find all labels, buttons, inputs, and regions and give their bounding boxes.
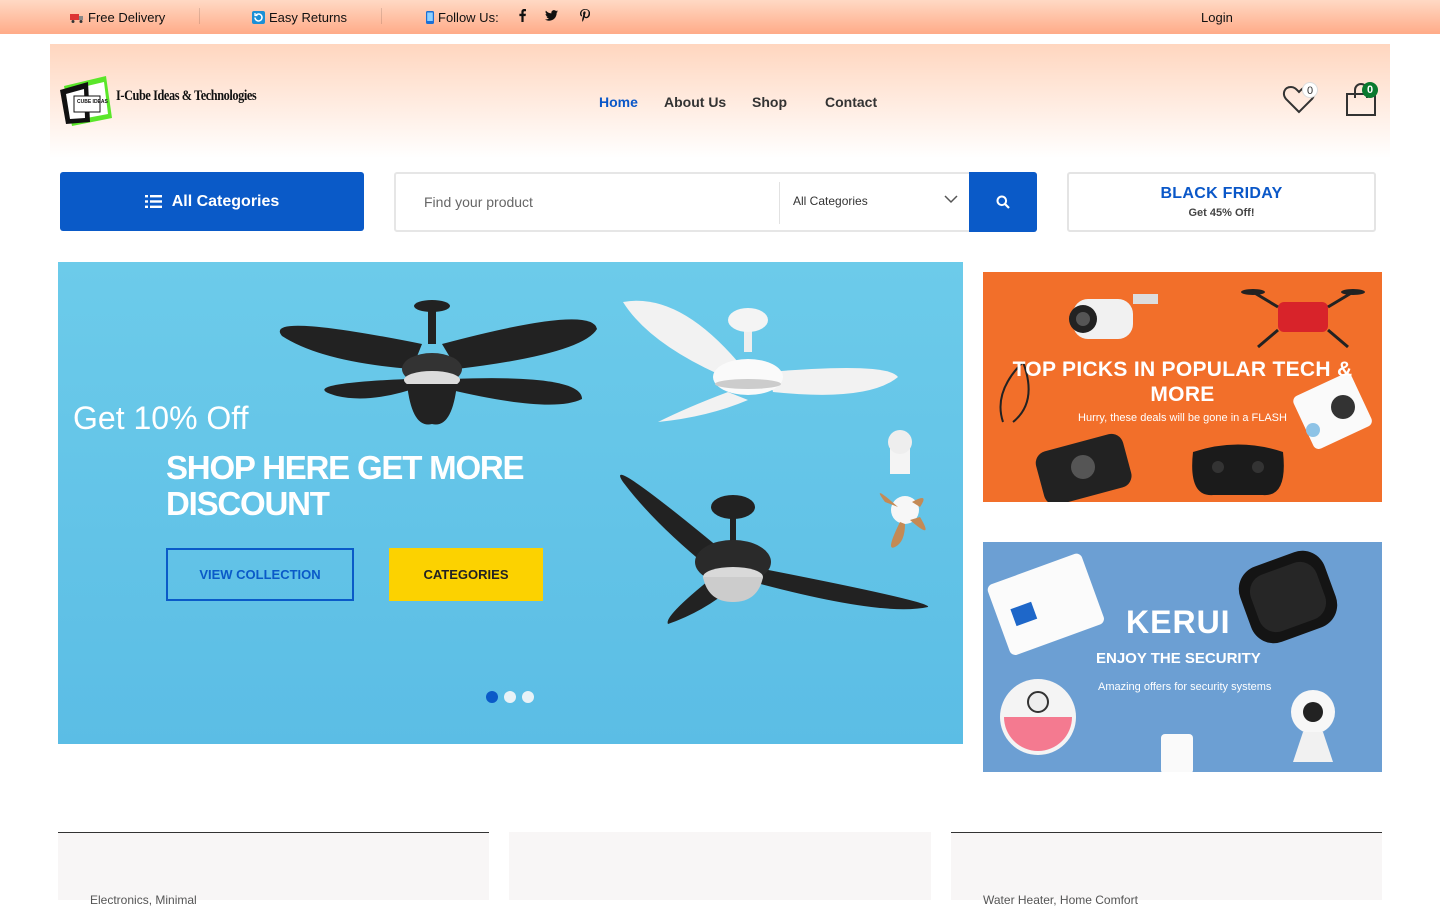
- security-banner-title: ENJOY THE SECURITY: [1096, 650, 1261, 667]
- hero-slider: Get 10% Off SHOP HERE GET MORE DISCOUNT …: [58, 262, 963, 744]
- category-card-label: Water Heater, Home Comfort: [983, 893, 1138, 907]
- tech-picks-banner[interactable]: TOP PICKS IN POPULAR TECH & MORE Hurry, …: [983, 272, 1382, 502]
- free-delivery-info: Free Delivery: [70, 10, 165, 25]
- promo-title: BLACK FRIDAY: [1160, 185, 1283, 202]
- hero-headline: SHOP HERE GET MORE DISCOUNT: [166, 449, 525, 522]
- search-divider: [779, 182, 780, 224]
- top-bar: Free Delivery Easy Returns Follow Us: Lo…: [0, 0, 1440, 34]
- login-label: Login: [1201, 10, 1233, 25]
- wishlist-button[interactable]: 0: [1282, 82, 1318, 121]
- category-card-3[interactable]: Water Heater, Home Comfort: [951, 832, 1382, 907]
- cart-count-badge: 0: [1362, 82, 1378, 98]
- view-collection-button[interactable]: VIEW COLLECTION: [166, 548, 354, 601]
- twitter-icon[interactable]: [545, 9, 558, 24]
- category-card-2[interactable]: [509, 832, 931, 900]
- easy-returns-info: Easy Returns: [252, 10, 347, 25]
- category-select[interactable]: All Categories: [793, 194, 868, 208]
- security-banner-subtitle: Amazing offers for security systems: [1098, 681, 1272, 693]
- topbar-divider: [199, 8, 200, 24]
- search-button[interactable]: [969, 172, 1037, 232]
- categories-button[interactable]: CATEGORIES: [389, 548, 543, 601]
- tech-banner-title: TOP PICKS IN POPULAR TECH & MORE: [1012, 358, 1353, 406]
- free-delivery-label: Free Delivery: [88, 10, 166, 25]
- site-header: CUBE IDEAS I-Cube Ideas & Technologies H…: [50, 44, 1390, 158]
- hero-kicker: Get 10% Off: [73, 400, 249, 436]
- slider-dot-1[interactable]: [486, 691, 498, 703]
- nav-contact[interactable]: Contact: [825, 94, 877, 110]
- wishlist-count-badge: 0: [1302, 82, 1318, 98]
- truck-icon: [70, 13, 83, 23]
- list-icon: [144, 195, 162, 208]
- search-icon: [996, 195, 1010, 209]
- slider-dot-2[interactable]: [504, 691, 516, 703]
- slider-dot-3[interactable]: [522, 691, 534, 703]
- search-bar: All Categories: [394, 172, 1037, 232]
- security-banner[interactable]: KERUI ENJOY THE SECURITY Amazing offers …: [983, 542, 1382, 772]
- phone-icon: [426, 11, 434, 24]
- topbar-divider: [381, 8, 382, 24]
- follow-us-info: Follow Us:: [426, 10, 499, 25]
- nav-shop[interactable]: Shop: [752, 94, 787, 110]
- slider-dots: [486, 691, 534, 703]
- cart-button[interactable]: 0: [1344, 82, 1378, 123]
- logo-text: I-Cube Ideas & Technologies: [116, 88, 257, 104]
- login-link[interactable]: Login: [1201, 10, 1233, 25]
- all-categories-button[interactable]: All Categories: [60, 172, 364, 231]
- follow-us-label: Follow Us:: [438, 10, 499, 25]
- search-input[interactable]: [424, 190, 764, 214]
- nav-home[interactable]: Home: [599, 94, 638, 110]
- category-card-label: Electronics, Minimal: [90, 893, 197, 907]
- black-friday-promo[interactable]: BLACK FRIDAY Get 45% Off!: [1067, 172, 1376, 232]
- pinterest-icon[interactable]: [580, 9, 591, 25]
- easy-returns-label: Easy Returns: [269, 10, 348, 25]
- all-categories-label: All Categories: [171, 192, 280, 210]
- facebook-icon[interactable]: [519, 9, 526, 25]
- logo-badge-text: CUBE IDEAS: [77, 99, 109, 105]
- category-card-1[interactable]: Electronics, Minimal: [58, 832, 489, 907]
- promo-subtitle: Get 45% Off!: [1188, 207, 1255, 219]
- tech-banner-subtitle: Hurry, these deals will be gone in a FLA…: [1078, 412, 1287, 424]
- security-brand: KERUI: [1126, 604, 1231, 640]
- return-icon: [252, 11, 265, 24]
- nav-about-us[interactable]: About Us: [664, 94, 726, 110]
- chevron-down-icon[interactable]: [944, 194, 958, 204]
